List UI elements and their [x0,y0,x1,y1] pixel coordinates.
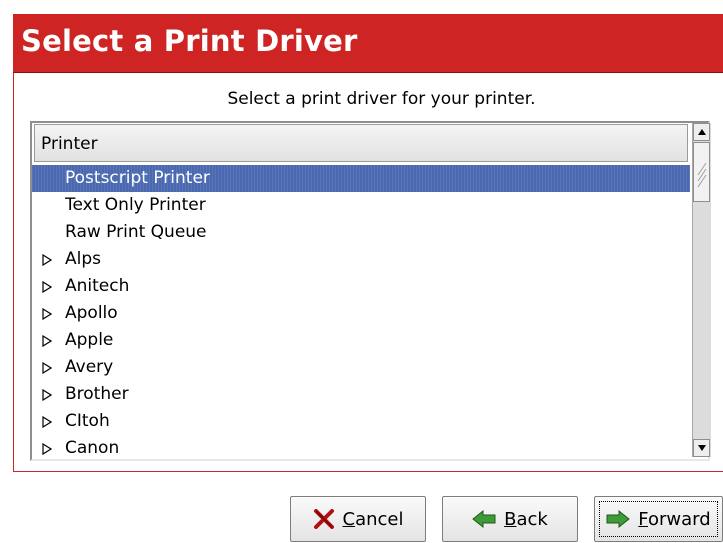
x-icon [313,509,335,529]
forward-button[interactable]: Forward [594,496,723,542]
cancel-button[interactable]: Cancel [290,496,426,542]
cancel-label: Cancel [342,508,404,530]
scroll-down-button[interactable] [693,439,710,457]
arrow-up-icon [698,129,706,135]
forward-label: Forward [638,508,711,530]
list-item[interactable]: Anitech [32,273,690,300]
list-item[interactable]: Brother [32,381,690,408]
list-item[interactable]: Text Only Printer [32,192,690,219]
back-button[interactable]: Back [442,496,578,542]
list-item-label: CItoh [65,411,110,431]
back-label: Back [504,508,548,530]
list-item-label: Apollo [65,303,118,323]
left-arrow-icon [472,510,496,528]
list-item[interactable]: CItoh [32,408,690,435]
list-item-label: Text Only Printer [65,195,206,215]
list-item[interactable]: Apollo [32,300,690,327]
list-item[interactable]: Canon [32,435,690,457]
list-rows: Postscript Printer Text Only Printer Raw P… [32,165,690,457]
list-item[interactable]: Alps [32,246,690,273]
printer-driver-list[interactable]: Printer Postscript Printer Text Only Prin… [30,121,711,461]
list-item-label: Alps [65,249,102,269]
list-item-label: Postscript Printer [65,168,210,188]
list-item-label: Apple [65,330,114,350]
column-header-printer[interactable]: Printer [34,124,688,162]
column-header-label: Printer [41,134,98,154]
grip-icon [697,162,707,188]
header-banner: Select a Print Driver [13,14,723,73]
list-item-label: Anitech [65,276,130,296]
arrow-down-icon [698,445,706,451]
vertical-scrollbar[interactable] [692,123,711,457]
list-item-label: Brother [65,384,129,404]
page-title: Select a Print Driver [21,24,358,58]
list-item[interactable]: Raw Print Queue [32,219,690,246]
list-item-label: Raw Print Queue [65,222,207,242]
list-item-label: Avery [65,357,114,377]
list-item[interactable]: Postscript Printer [32,165,690,192]
right-arrow-icon [606,510,631,528]
scroll-up-button[interactable] [693,123,710,141]
list-item[interactable]: Apple [32,327,690,354]
subtitle: Select a print driver for your printer. [227,89,536,109]
list-item[interactable]: Avery [32,354,690,381]
list-item-label: Canon [65,438,120,457]
scroll-thumb[interactable] [693,142,710,202]
content-panel: Select a print driver for your printer. … [13,73,723,472]
